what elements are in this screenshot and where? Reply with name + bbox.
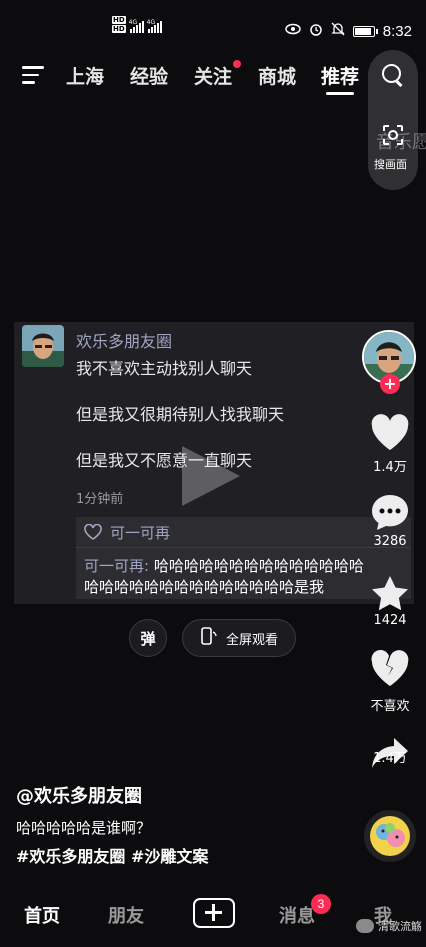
mute-icon <box>331 22 345 40</box>
card-author-name: 欢乐多朋友圈 <box>76 332 173 351</box>
tab-following[interactable]: 关注 <box>194 62 232 89</box>
heart-outline-icon <box>84 523 102 540</box>
fullscreen-label: 全屏观看 <box>225 632 278 648</box>
comment-text-2: 哈哈哈哈哈哈哈哈哈哈哈哈哈哈是我 <box>84 578 325 596</box>
liker-name: 可一可再 <box>110 524 171 542</box>
network-type: 4G <box>128 19 138 26</box>
tab-experience[interactable]: 经验 <box>130 62 168 89</box>
hd-label-2: HD <box>112 25 126 33</box>
share-count: 1.4万 <box>373 751 407 766</box>
video-caption: 哈哈哈哈哈是谁啊？ <box>16 819 152 837</box>
clock: 8:32 <box>382 22 412 40</box>
card-text-line: 我不喜欢主动找别人聊天 <box>76 359 253 378</box>
status-right: 8:32 <box>285 22 412 40</box>
card-text-line: 但是我又很期待别人找我聊天 <box>76 405 285 424</box>
like-heart-icon[interactable] <box>370 414 410 454</box>
hd-label: HD <box>112 16 126 24</box>
tab-shanghai[interactable]: 上海 <box>66 62 104 89</box>
nav-home[interactable]: 首页 <box>24 902 60 928</box>
comment-line: 可一可再: 哈哈哈哈哈哈哈哈哈哈哈哈哈哈 <box>84 555 384 576</box>
card-timestamp: 1分钟前 <box>76 492 124 507</box>
comment-text: 哈哈哈哈哈哈哈哈哈哈哈哈哈哈 <box>149 557 364 575</box>
messages-badge: 3 <box>311 894 331 914</box>
comment-user: 可一可再: <box>84 557 150 575</box>
comment-count: 3286 <box>373 534 407 549</box>
create-plus-button[interactable] <box>193 898 235 928</box>
alarm-icon <box>309 22 323 40</box>
cell-signal-icon-2: 4G <box>146 19 162 33</box>
search-icon[interactable] <box>382 64 404 86</box>
hd-icon: HD HD <box>112 16 126 33</box>
play-icon[interactable] <box>182 446 240 506</box>
following-notification-dot <box>233 60 241 68</box>
wechat-icon <box>356 919 374 933</box>
battery-icon <box>352 25 378 37</box>
scan-image-icon[interactable] <box>382 124 404 146</box>
scan-image-label[interactable]: 搜画面 <box>374 156 407 172</box>
watermark-text: 清歌流觞 <box>378 920 422 933</box>
top-nav: 上海 经验 关注 商城 推荐 <box>0 56 426 96</box>
active-tab-indicator <box>326 92 354 95</box>
broken-heart-icon[interactable] <box>370 649 410 690</box>
favorite-count: 1424 <box>373 613 407 628</box>
dislike-label: 不喜欢 <box>370 699 410 714</box>
danmu-label: 弹 <box>140 629 156 648</box>
rotate-phone-icon <box>200 626 218 650</box>
cell-signal-icon: 4G <box>128 19 144 33</box>
signal-indicators: HD HD 4G 4G <box>112 16 162 33</box>
comment-line-2: 哈哈哈哈哈哈哈哈哈哈哈哈哈哈是我 <box>84 576 384 597</box>
tab-recommend[interactable]: 推荐 <box>321 62 359 89</box>
nav-messages[interactable]: 消息 <box>279 902 315 928</box>
danmu-button[interactable]: 弹 <box>129 619 167 657</box>
fullscreen-button[interactable]: 全屏观看 <box>182 619 296 657</box>
card-avatar <box>22 325 64 367</box>
status-bar: HD HD 4G 4G 8:32 <box>0 0 426 46</box>
tab-mall[interactable]: 商城 <box>258 62 296 89</box>
follow-plus-icon[interactable]: + <box>380 374 400 394</box>
star-icon[interactable] <box>370 574 410 614</box>
like-count: 1.4万 <box>373 460 407 475</box>
eye-icon <box>285 23 301 39</box>
music-disc-icon[interactable] <box>364 810 416 862</box>
network-type-2: 4G <box>146 19 156 26</box>
menu-icon[interactable] <box>22 66 44 84</box>
video-author[interactable]: @欢乐多朋友圈 <box>16 782 142 808</box>
nav-friends[interactable]: 朋友 <box>108 902 144 928</box>
video-tags[interactable]: #欢乐多朋友圈 #沙雕文案 <box>16 843 208 867</box>
comment-bubble-icon[interactable] <box>370 492 410 532</box>
watermark: 清歌流觞 <box>356 918 422 934</box>
